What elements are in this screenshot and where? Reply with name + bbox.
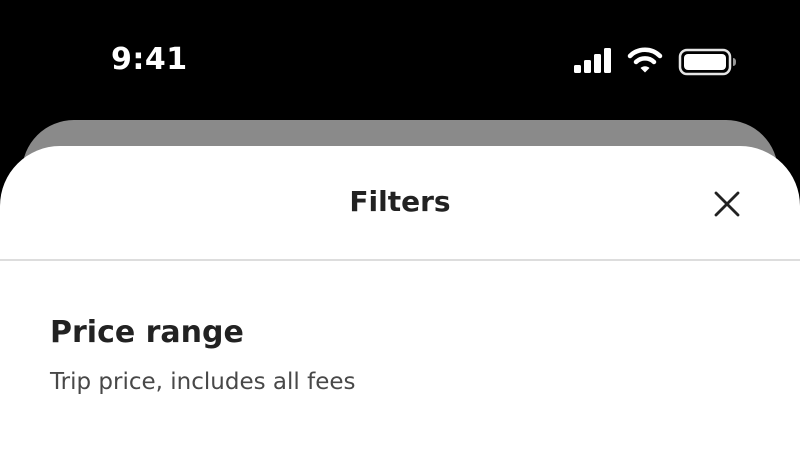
- modal-header: Filters: [0, 146, 800, 259]
- phone-screen: 9:41 Filters Price range Trip price, inc…: [0, 0, 800, 450]
- filters-sheet: Filters Price range Trip price, includes…: [0, 146, 800, 450]
- price-range-subtitle: Trip price, includes all fees: [50, 369, 356, 395]
- close-button[interactable]: [705, 182, 749, 226]
- battery-icon: [678, 48, 736, 76]
- close-icon: [714, 191, 740, 217]
- price-range-title: Price range: [50, 315, 244, 350]
- modal-title: Filters: [349, 185, 451, 218]
- signal-icon: [574, 48, 611, 73]
- wifi-icon: [627, 47, 663, 73]
- status-time: 9:41: [111, 42, 188, 77]
- header-divider: [0, 259, 800, 261]
